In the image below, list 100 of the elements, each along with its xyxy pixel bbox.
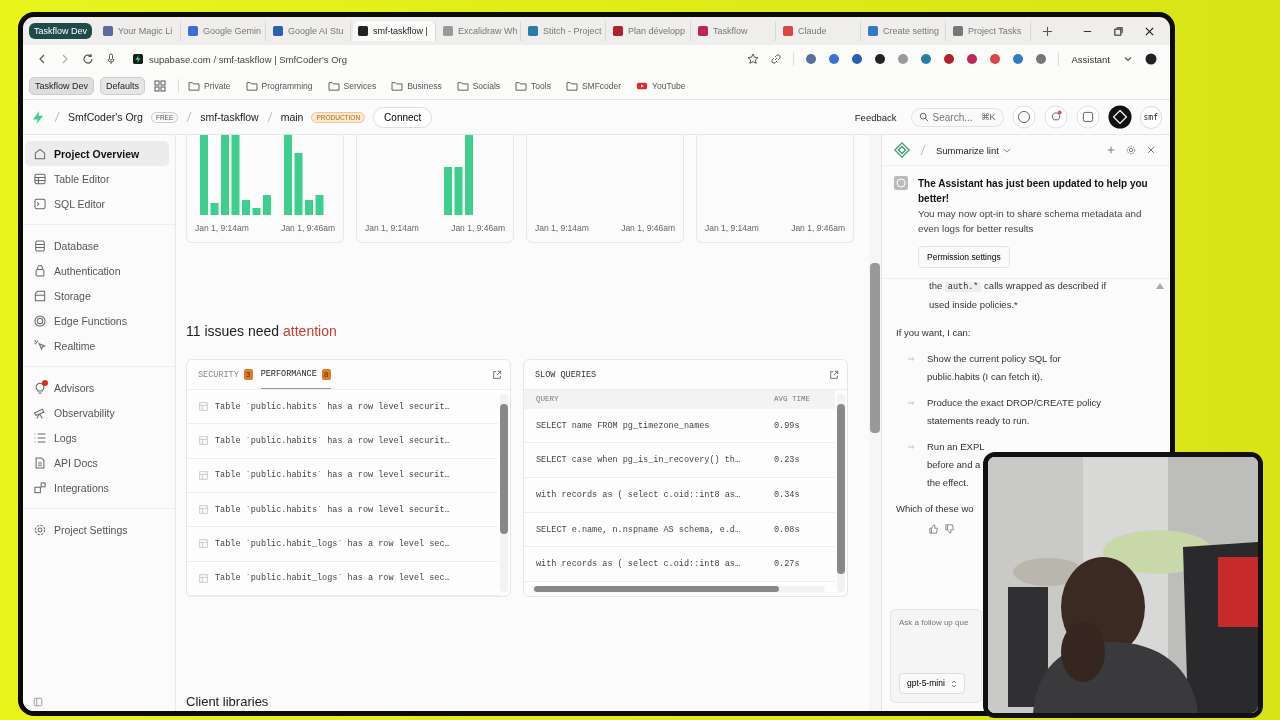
- sidebar-item[interactable]: Project Overview: [25, 141, 169, 166]
- bookmark-folder[interactable]: Private: [188, 81, 231, 91]
- sidebar-item[interactable]: Integrations: [25, 475, 169, 500]
- chat-input[interactable]: Ask a follow up que gpt-5-mini: [890, 609, 982, 703]
- extension-icon[interactable]: [874, 53, 887, 65]
- sidebar-item[interactable]: SQL Editor: [25, 191, 169, 216]
- browser-tab[interactable]: Plan développ: [608, 21, 691, 41]
- apps-icon[interactable]: [154, 80, 167, 92]
- sidebar-item[interactable]: Project Settings: [25, 517, 169, 542]
- globe-icon: [33, 313, 47, 328]
- lint-item[interactable]: Table `public.habit_logs` has a row level sec…: [215, 573, 450, 584]
- lint-item[interactable]: Table `public.habits` has a row level securit…: [215, 436, 450, 446]
- scrollbar[interactable]: [534, 586, 825, 592]
- profile-avatar[interactable]: [1145, 53, 1157, 65]
- sidebar-item[interactable]: Advisors: [25, 375, 169, 400]
- lightbulb-icon[interactable]: [1043, 105, 1068, 129]
- table-icon: [199, 436, 208, 446]
- link-icon[interactable]: [770, 53, 783, 65]
- browser-tab[interactable]: Project Tasks: [948, 21, 1031, 41]
- browser-tab[interactable]: Claude: [778, 21, 861, 41]
- restore-icon[interactable]: [1113, 25, 1124, 37]
- advisor-tab[interactable]: PERFORMANCE 8: [260, 360, 331, 389]
- sidebar-item[interactable]: Database: [25, 233, 169, 258]
- thumbs-down-icon[interactable]: [945, 524, 955, 534]
- browser-tab[interactable]: Google AI Stu: [268, 21, 351, 41]
- chevron-down-icon[interactable]: [1002, 147, 1011, 153]
- branch-selector[interactable]: main: [280, 111, 304, 123]
- external-link-icon[interactable]: [829, 369, 839, 380]
- lint-item[interactable]: Table `public.habits` has a row level securit…: [215, 401, 450, 412]
- sidebar-item[interactable]: Storage: [25, 283, 169, 308]
- scrollbar[interactable]: [500, 394, 508, 592]
- lint-item[interactable]: Table `public.habits` has a row level securit…: [215, 504, 450, 515]
- browser-tab[interactable]: Taskflow: [693, 21, 776, 41]
- assistant-button[interactable]: Assistant: [1067, 53, 1114, 65]
- site-icon: [698, 26, 708, 36]
- lint-item[interactable]: Table `public.habits` has a row level securit…: [215, 470, 450, 481]
- lint-item[interactable]: Table `public.habit_logs` has a row level sec…: [215, 538, 450, 549]
- sidebar-toggle-icon[interactable]: [33, 697, 43, 707]
- close-icon[interactable]: [1144, 25, 1155, 37]
- table-icon: [199, 539, 208, 549]
- browser-tab[interactable]: Create setting: [863, 21, 946, 41]
- search-field[interactable]: Search...: [932, 111, 977, 123]
- microphone-icon[interactable]: [105, 53, 117, 65]
- search-bar[interactable]: Search... ⌘K: [910, 107, 1004, 127]
- extension-icon[interactable]: [943, 53, 956, 65]
- sidebar-item[interactable]: Observability: [25, 400, 169, 425]
- advisor-tab[interactable]: SECURITY 3: [198, 360, 253, 389]
- bookmark-link[interactable]: YouTube: [636, 81, 686, 91]
- chat-title-dropdown[interactable]: Summarize lint: [936, 144, 999, 156]
- star-icon[interactable]: [747, 53, 760, 65]
- bookmark-folder[interactable]: Business: [391, 81, 442, 91]
- org-selector[interactable]: SmfCoder's Org: [68, 111, 143, 123]
- assistant-icon[interactable]: [1107, 105, 1132, 129]
- scrollbar[interactable]: [869, 135, 881, 711]
- sidebar-item[interactable]: Authentication: [25, 258, 169, 283]
- sidebar-item[interactable]: Edge Functions: [25, 308, 169, 333]
- bookmark-folder[interactable]: Tools: [515, 81, 551, 91]
- browser-tab[interactable]: Excalidraw Wh: [438, 21, 521, 41]
- table-cell-text: 0.34s: [774, 489, 801, 500]
- browser-tab[interactable]: smf-taskflow |: [353, 21, 436, 41]
- new-tab-icon[interactable]: [1042, 25, 1053, 37]
- table-icon: [199, 505, 208, 515]
- user-avatar[interactable]: smf: [1139, 105, 1162, 129]
- address-field[interactable]: supabase.com / smf-taskflow | SmfCoder's Org: [149, 53, 348, 65]
- project-selector[interactable]: smf-taskflow: [200, 111, 259, 123]
- site-icon: [358, 26, 368, 36]
- axis-label: Jan 1, 9:14am: [535, 223, 589, 233]
- play-icon: [636, 81, 649, 91]
- terminal-icon[interactable]: [1075, 105, 1100, 129]
- reload-icon[interactable]: [82, 53, 94, 65]
- feedback-link[interactable]: Feedback: [854, 111, 897, 123]
- external-link-icon[interactable]: [492, 369, 502, 380]
- sidebar-item[interactable]: API Docs: [25, 450, 169, 475]
- permission-settings-button[interactable]: Permission settings: [918, 246, 1010, 268]
- browser-tab[interactable]: Your Magic Li: [98, 21, 181, 41]
- extension-icon[interactable]: [851, 53, 864, 65]
- cursor-icon: [33, 338, 47, 353]
- settings-icon[interactable]: [1126, 145, 1136, 155]
- bookmark-folder[interactable]: Programming: [245, 81, 313, 91]
- connect-button[interactable]: Connect: [373, 106, 433, 128]
- site-icon: [103, 26, 113, 36]
- scrollbar[interactable]: [837, 394, 845, 592]
- tab-group-label[interactable]: Taskflow Dev: [29, 23, 92, 39]
- option-text: Show the current policy SQL for public.habits (I can fetch it).: [927, 352, 1061, 384]
- browser-tab[interactable]: Stitch - Project: [523, 21, 606, 41]
- browser-tab[interactable]: Google Gemin: [183, 21, 266, 41]
- plus-icon[interactable]: [1106, 145, 1116, 155]
- sidebar-item[interactable]: Logs: [25, 425, 169, 450]
- profile-chip[interactable]: Taskflow Dev: [29, 77, 94, 95]
- model-selector[interactable]: gpt-5-mini: [899, 673, 965, 694]
- table-cell-text: 0.08s: [774, 524, 801, 535]
- bookmark-folder[interactable]: Socials: [456, 81, 501, 91]
- sidebar-item[interactable]: Table Editor: [25, 166, 169, 191]
- thumbs-up-icon[interactable]: [929, 524, 939, 534]
- sidebar-item[interactable]: Realtime: [25, 333, 169, 358]
- bookmark-folder[interactable]: SMFcoder: [565, 81, 622, 91]
- group-chip[interactable]: Defaults: [100, 77, 146, 95]
- help-icon[interactable]: [1011, 105, 1036, 129]
- bookmark-folder[interactable]: Services: [327, 81, 377, 91]
- table-cell-text: 0.27s: [774, 559, 801, 570]
